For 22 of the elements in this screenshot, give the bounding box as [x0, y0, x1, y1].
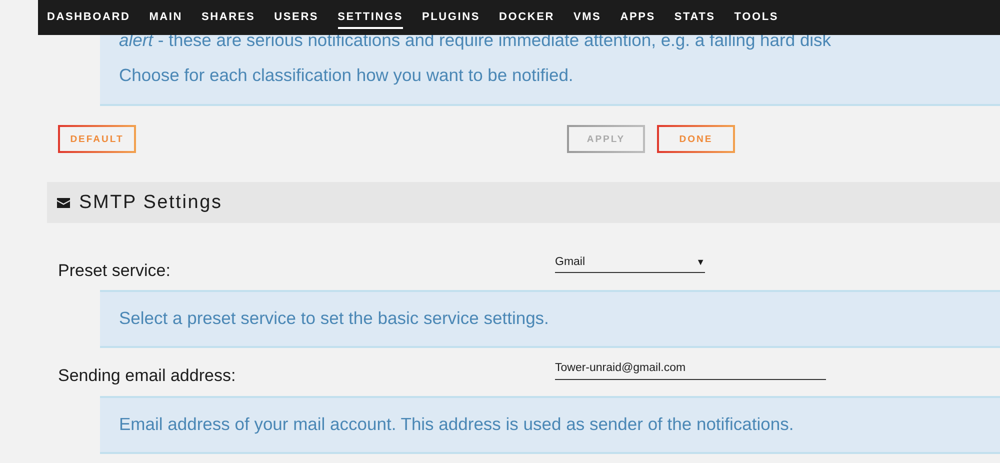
info-text: Choose for each classification how you want to be notified. [119, 65, 574, 86]
caret-icon: ▼ [696, 256, 705, 266]
info-text: alert - these are serious notifications and require immediate attention, e.g. a failing hard disk [119, 30, 832, 51]
field-label: Sending email address: [58, 366, 237, 386]
field-label: Preset service: [58, 261, 172, 281]
info-text: Select a preset service to set the basic service settings. [119, 308, 550, 329]
nav-tab[interactable]: VMS [573, 6, 602, 28]
nav-tab[interactable]: DASHBOARD [47, 6, 130, 28]
nav-tab[interactable]: APPS [620, 6, 656, 28]
nav-tab[interactable]: MAIN [149, 6, 183, 28]
select-field[interactable]: Gmail ▼ [555, 251, 705, 273]
nav-tab[interactable]: USERS [274, 6, 319, 28]
info-text: Email address of your mail account. This address is used as sender of the notifications. [119, 414, 795, 435]
nav-tab[interactable]: PLUGINS [422, 6, 480, 28]
mail-icon [57, 198, 70, 208]
nav-tab[interactable]: SETTINGS [338, 6, 403, 28]
nav-tab[interactable]: SHARES [202, 6, 256, 28]
input-field[interactable]: Tower-unraid@gmail.com [555, 357, 826, 380]
section-title: SMTP Settings [79, 192, 222, 214]
nav-tab[interactable]: DOCKER [498, 6, 554, 28]
nav-tab[interactable]: STATS [674, 6, 716, 28]
nav-tab[interactable]: TOOLS [734, 6, 778, 28]
